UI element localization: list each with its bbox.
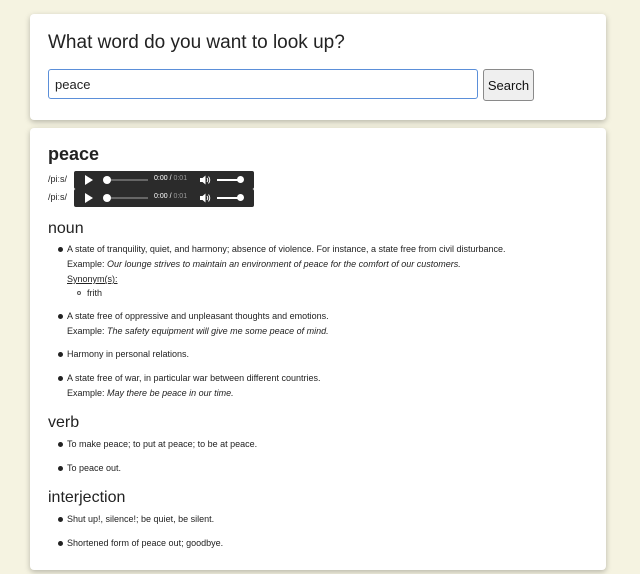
bullet [58, 541, 63, 546]
synonyms-label: Synonym(s): [67, 274, 118, 284]
progress-knob[interactable] [103, 194, 111, 202]
bullet [58, 517, 63, 522]
definition-text: Shortened form of peace out; goodbye. [67, 538, 224, 548]
definition-text: A state free of oppressive and unpleasan… [67, 311, 329, 321]
progress-track[interactable] [106, 179, 148, 181]
example-label: Example: [67, 326, 105, 336]
example-text: The safety equipment will give me some p… [107, 326, 329, 336]
progress-knob[interactable] [103, 176, 111, 184]
bullet [58, 466, 63, 471]
audio-player: 0:00 / 0:01 [74, 189, 254, 207]
part-of-speech-interjection: interjection [48, 489, 126, 506]
definition-text: Shut up!, silence!; be quiet, be silent. [67, 514, 215, 524]
definition-text: A state free of war, in particular war b… [67, 373, 321, 383]
definition-text: A state of tranquility, quiet, and harmo… [67, 244, 506, 254]
time-readout: 0:00 / 0:01 [154, 175, 188, 182]
search-card: What word do you want to look up? Search [30, 14, 606, 120]
example-line: Example: May there be peace in our time. [67, 388, 234, 398]
definition-text: Harmony in personal relations. [67, 349, 190, 359]
part-of-speech-verb: verb [48, 414, 80, 431]
part-of-speech-noun: noun [48, 220, 84, 237]
example-label: Example: [67, 388, 105, 398]
volume-knob[interactable] [237, 176, 244, 183]
time-readout: 0:00 / 0:01 [154, 193, 188, 200]
bullet [58, 314, 63, 319]
synonym-bullet [77, 291, 81, 295]
example-text: Our lounge strives to maintain an enviro… [107, 259, 461, 269]
bullet [58, 442, 63, 447]
result-card: peace /piːs/ 0:00 / 0:01 /piːs/ 0:00 / 0… [30, 128, 606, 570]
word-title: peace [48, 144, 100, 164]
time-current: 0:00 [154, 193, 168, 200]
volume-icon[interactable] [200, 193, 211, 203]
play-icon[interactable] [85, 175, 93, 185]
time-duration: 0:01 [173, 175, 188, 182]
example-label: Example: [67, 259, 105, 269]
synonym-item: frith [87, 288, 103, 298]
progress-track[interactable] [106, 197, 148, 199]
search-input[interactable] [48, 69, 478, 99]
search-button[interactable]: Search [483, 69, 534, 101]
volume-icon[interactable] [200, 175, 211, 185]
phonetic-text: /piːs/ [48, 174, 68, 184]
phonetic-text: /piːs/ [48, 192, 68, 202]
time-duration: 0:01 [173, 193, 188, 200]
example-text: May there be peace in our time. [107, 388, 234, 398]
definition-text: To peace out. [67, 463, 122, 473]
time-current: 0:00 [154, 175, 168, 182]
bullet [58, 352, 63, 357]
example-line: Example: Our lounge strives to maintain … [67, 259, 461, 269]
example-line: Example: The safety equipment will give … [67, 326, 329, 336]
volume-knob[interactable] [237, 194, 244, 201]
play-icon[interactable] [85, 193, 93, 203]
bullet [58, 376, 63, 381]
bullet [58, 247, 63, 252]
audio-player: 0:00 / 0:01 [74, 171, 254, 189]
definition-text: To make peace; to put at peace; to be at… [67, 439, 258, 449]
search-question: What word do you want to look up? [48, 32, 345, 53]
